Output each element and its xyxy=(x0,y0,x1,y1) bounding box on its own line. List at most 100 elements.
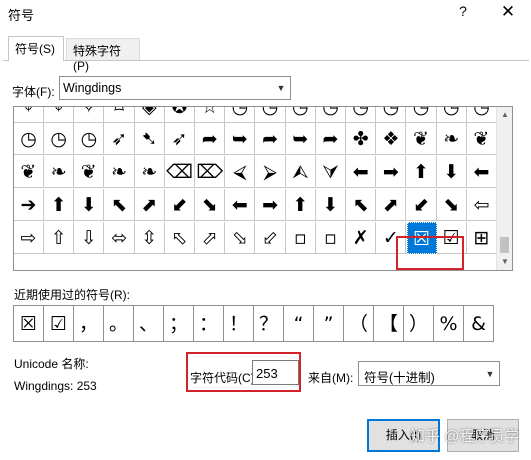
symbol-cell[interactable]: ⬄ xyxy=(105,222,135,254)
symbol-cell[interactable]: ➥ xyxy=(225,123,256,155)
recent-symbol-cell[interactable]: ！ xyxy=(223,305,254,342)
from-select[interactable]: 符号(十进制) ▼ xyxy=(358,361,500,386)
symbol-cell[interactable]: ⬉ xyxy=(346,189,377,221)
symbol-cell[interactable]: ⬁ xyxy=(165,222,195,254)
symbol-cell[interactable]: ◷ xyxy=(225,107,256,123)
symbol-cell[interactable]: ❧ xyxy=(105,156,135,188)
close-button[interactable]: ✕ xyxy=(500,2,516,22)
symbol-cell[interactable]: ➡ xyxy=(256,189,286,221)
symbol-cell[interactable]: ⌖ xyxy=(44,107,75,123)
recent-symbol-cell[interactable]: 。 xyxy=(103,305,134,342)
symbol-cell[interactable]: ◷ xyxy=(256,107,286,123)
symbol-cell[interactable]: ⮙ xyxy=(286,156,316,188)
symbol-cell[interactable]: ⬊ xyxy=(195,189,226,221)
symbol-cell[interactable]: ⬂ xyxy=(225,222,256,254)
symbol-cell[interactable]: ⇳ xyxy=(135,222,165,254)
symbol-cell[interactable]: ◷ xyxy=(44,123,75,155)
symbol-cell[interactable]: ❖ xyxy=(376,123,407,155)
symbol-cell[interactable]: ⬈ xyxy=(376,189,407,221)
symbol-cell[interactable]: ⮘ xyxy=(225,156,256,188)
recent-symbol-cell[interactable]: ； xyxy=(163,305,194,342)
symbol-cell[interactable]: ⬅ xyxy=(467,156,497,188)
symbol-cell[interactable]: ✧ xyxy=(74,107,105,123)
symbol-cell[interactable]: ☆ xyxy=(195,107,226,123)
symbol-cell[interactable]: ⊞ xyxy=(467,222,497,254)
symbol-cell[interactable]: ◷ xyxy=(74,123,105,155)
symbol-cell[interactable]: ➶ xyxy=(105,123,135,155)
recent-symbol-cell[interactable]: “ xyxy=(283,305,314,342)
recent-symbol-cell[interactable]: ☒ xyxy=(13,305,44,342)
recent-symbol-cell[interactable]: ： xyxy=(193,305,224,342)
symbol-cell[interactable]: ⬆ xyxy=(286,189,316,221)
recent-symbol-cell[interactable]: ， xyxy=(73,305,104,342)
symbol-cell[interactable]: ◷ xyxy=(346,107,377,123)
symbol-cell[interactable]: ✪ xyxy=(165,107,195,123)
symbol-cell[interactable]: ✗ xyxy=(346,222,377,254)
symbol-cell[interactable]: ❦ xyxy=(14,156,44,188)
symbol-cell[interactable]: ◈ xyxy=(135,107,165,123)
recent-symbol-cell[interactable]: ？ xyxy=(253,305,284,342)
symbol-cell[interactable]: ⇧ xyxy=(44,222,75,254)
symbol-cell[interactable]: ⇩ xyxy=(74,222,105,254)
symbol-cell[interactable]: ❦ xyxy=(74,156,105,188)
symbol-cell[interactable]: ⌑ xyxy=(105,107,135,123)
recent-symbol-cell[interactable]: 【 xyxy=(373,305,404,342)
symbol-cell[interactable]: ⬆ xyxy=(44,189,75,221)
symbol-cell[interactable]: ⬈ xyxy=(135,189,165,221)
recent-symbol-cell[interactable]: （ xyxy=(343,305,374,342)
symbol-cell[interactable]: ➦ xyxy=(195,123,226,155)
symbol-cell[interactable]: ◷ xyxy=(407,107,437,123)
symbol-cell[interactable]: ⬋ xyxy=(165,189,195,221)
symbol-cell[interactable]: ❧ xyxy=(44,156,75,188)
symbol-cell[interactable]: ◷ xyxy=(286,107,316,123)
chevron-down-icon[interactable]: ▼ xyxy=(482,364,498,384)
symbol-cell[interactable]: ⮛ xyxy=(316,156,346,188)
symbol-cell[interactable]: ◷ xyxy=(14,123,44,155)
symbol-cell[interactable]: ➡ xyxy=(376,156,407,188)
recent-symbol-cell[interactable]: 、 xyxy=(133,305,164,342)
symbol-cell[interactable]: ⌦ xyxy=(195,156,226,188)
grid-scrollbar[interactable]: ▲ ▼ xyxy=(496,107,512,270)
symbol-cell[interactable]: ⬃ xyxy=(256,222,286,254)
symbol-cell[interactable]: ➦ xyxy=(256,123,286,155)
symbol-cell[interactable]: ⬋ xyxy=(407,189,437,221)
symbol-cell[interactable]: ⮚ xyxy=(256,156,286,188)
scroll-thumb[interactable] xyxy=(500,237,509,253)
symbol-cell[interactable]: ➶ xyxy=(165,123,195,155)
symbol-cell[interactable]: ⬆ xyxy=(407,156,437,188)
symbol-cell[interactable]: ❦ xyxy=(467,123,497,155)
help-button[interactable]: ? xyxy=(456,3,470,19)
symbol-cell[interactable]: ⇨ xyxy=(14,222,44,254)
scroll-down-icon[interactable]: ▼ xyxy=(497,254,512,270)
recent-symbol-cell[interactable]: & xyxy=(463,305,494,342)
recent-symbol-cell[interactable]: ） xyxy=(403,305,434,342)
symbol-cell[interactable]: ➷ xyxy=(135,123,165,155)
chevron-down-icon[interactable]: ▼ xyxy=(273,78,289,98)
symbol-cell[interactable]: ❧ xyxy=(437,123,467,155)
symbol-cell[interactable]: ⇦ xyxy=(467,189,497,221)
symbol-cell[interactable]: ➔ xyxy=(14,189,44,221)
tab-symbols[interactable]: 符号(S) xyxy=(8,36,64,61)
cancel-button[interactable]: 取消 xyxy=(447,419,519,452)
symbol-cell[interactable]: ⌫ xyxy=(165,156,195,188)
symbol-cell[interactable]: ◷ xyxy=(437,107,467,123)
symbol-cell[interactable]: ⬉ xyxy=(105,189,135,221)
symbol-cell[interactable]: ⬀ xyxy=(195,222,226,254)
symbol-cell[interactable]: ❧ xyxy=(135,156,165,188)
symbol-cell[interactable]: ⬅ xyxy=(346,156,377,188)
symbol-cell[interactable]: ❦ xyxy=(407,123,437,155)
insert-button[interactable]: 插入(I) xyxy=(367,419,440,452)
tab-special-characters[interactable]: 特殊字符(P) xyxy=(66,38,140,73)
symbol-cell[interactable]: ◷ xyxy=(376,107,407,123)
font-select[interactable]: Wingdings ▼ xyxy=(59,76,291,100)
symbol-cell[interactable]: ▫ xyxy=(316,222,346,254)
symbol-cell[interactable]: ➦ xyxy=(316,123,346,155)
symbol-cell[interactable]: ◷ xyxy=(316,107,346,123)
symbol-cell[interactable]: ➥ xyxy=(286,123,316,155)
symbol-cell[interactable]: ⬅ xyxy=(225,189,256,221)
symbol-cell[interactable]: ⬇ xyxy=(74,189,105,221)
symbol-cell[interactable]: ⬇ xyxy=(316,189,346,221)
symbol-cell[interactable]: ◷ xyxy=(467,107,497,123)
recent-symbol-cell[interactable]: ” xyxy=(313,305,344,342)
symbol-cell[interactable]: ⌖ xyxy=(14,107,44,123)
